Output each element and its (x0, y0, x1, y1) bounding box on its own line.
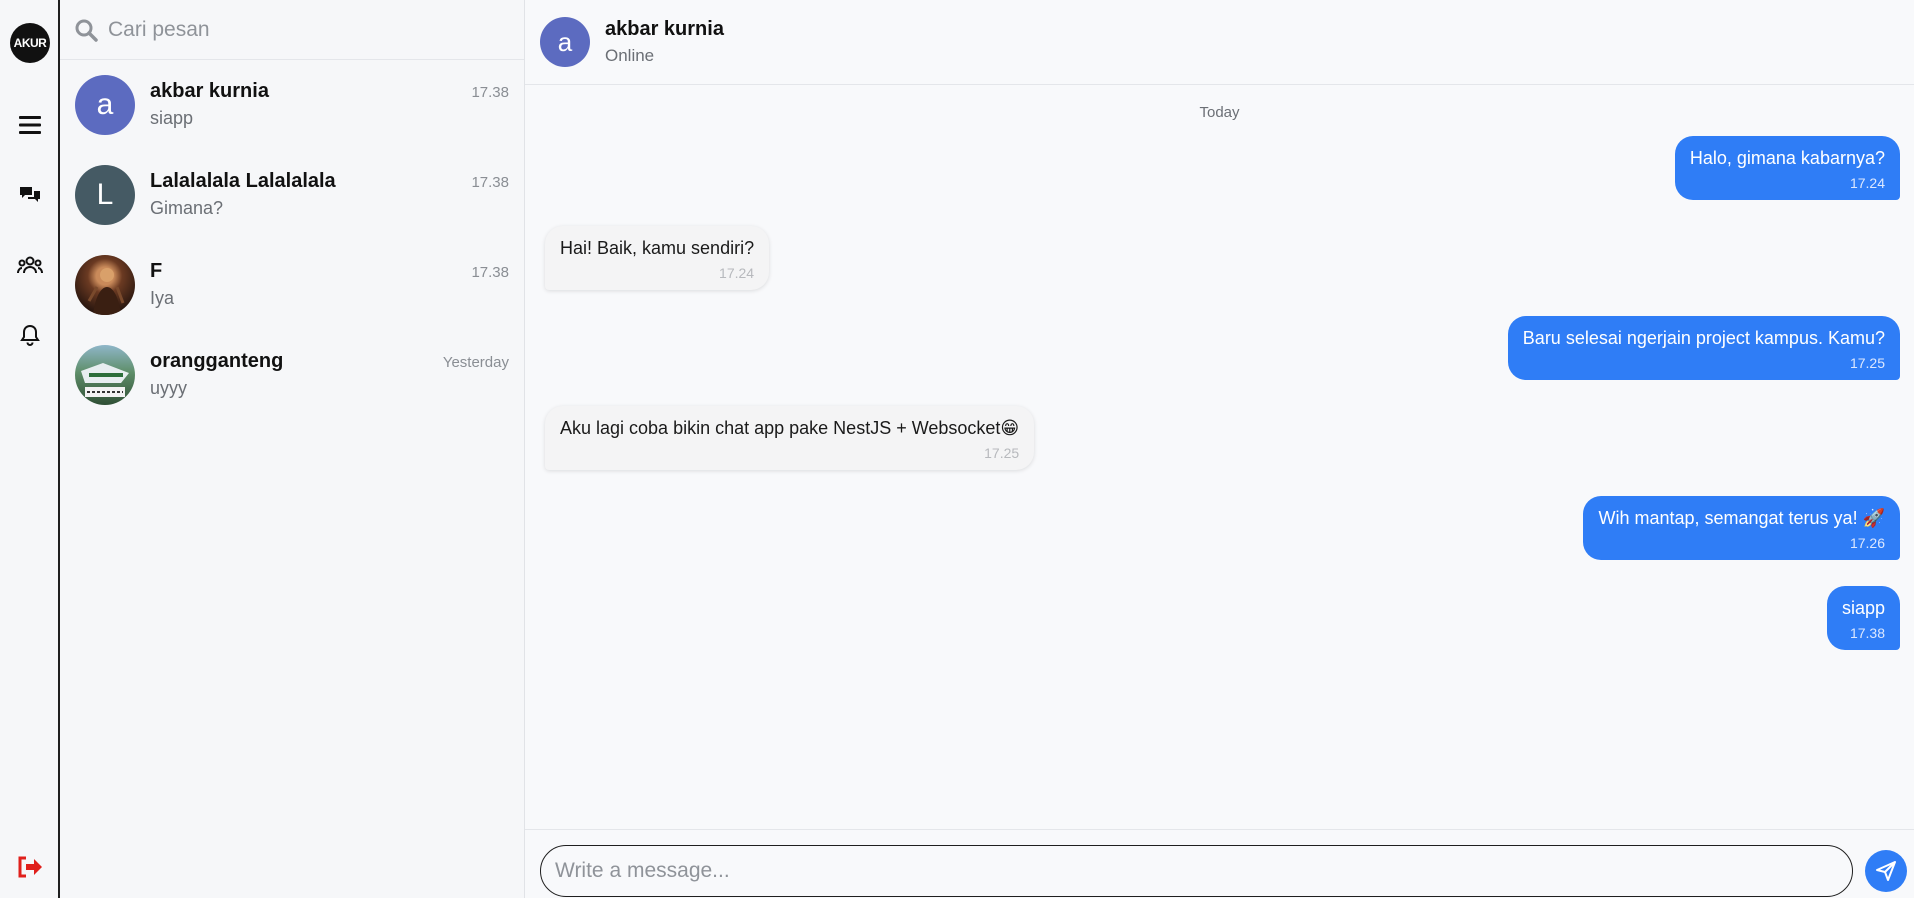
groups-nav-button[interactable] (15, 250, 45, 280)
send-button[interactable] (1865, 850, 1907, 892)
bell-icon (20, 324, 40, 346)
message-text: Aku lagi coba bikin chat app pake NestJS… (560, 418, 1020, 438)
conversation-item[interactable]: L Lalalalala Lalalalala Gimana? 17.38 (60, 150, 524, 240)
message-time: 17.25 (984, 445, 1020, 461)
notifications-nav-button[interactable] (15, 320, 45, 350)
message-outgoing[interactable]: Baru selesai ngerjain project kampus. Ka… (1507, 316, 1900, 380)
contact-avatar[interactable]: a (540, 17, 590, 67)
conversation-time: Yesterday (442, 354, 509, 371)
conversation-item[interactable]: a akbar kurnia siapp 17.38 (60, 60, 524, 150)
conversation-preview: Gimana? (150, 198, 224, 218)
conversation-time: 17.38 (471, 174, 509, 191)
menu-icon (19, 116, 41, 134)
chat-panel: a akbar kurnia Online Today Halo, gimana… (525, 0, 1914, 898)
search-input[interactable] (108, 17, 488, 42)
conversation-name: orangganteng (150, 350, 284, 372)
message-incoming[interactable]: Aku lagi coba bikin chat app pake NestJS… (545, 406, 1035, 470)
app-logo[interactable]: AKUR (10, 23, 50, 63)
message-outgoing[interactable]: siapp 17.38 (1826, 586, 1900, 650)
contact-status: Online (605, 46, 655, 65)
message-input[interactable] (540, 845, 1853, 897)
chat-icon (20, 187, 40, 202)
message-outgoing[interactable]: Halo, gimana kabarnya? 17.24 (1674, 136, 1900, 200)
message-time: 17.24 (1849, 175, 1885, 191)
menu-button[interactable] (15, 110, 45, 140)
conversation-time: 17.38 (471, 264, 509, 281)
message-text: Halo, gimana kabarnya? (1689, 148, 1885, 168)
message-time: 17.25 (1849, 355, 1885, 371)
conversation-name: Lalalalala Lalalalala (150, 170, 336, 192)
conversation-preview: Iya (150, 288, 175, 308)
message-time: 17.26 (1849, 535, 1885, 551)
conversation-item[interactable]: F Iya 17.38 (60, 240, 524, 330)
conversation-name: F (150, 260, 163, 282)
avatar-photo (75, 345, 135, 405)
message-text: Wih mantap, semangat terus ya! 🚀 (1598, 508, 1885, 528)
avatar-photo (75, 255, 135, 315)
chats-nav-button[interactable] (15, 180, 45, 210)
conversation-preview: siapp (150, 108, 194, 128)
group-icon (17, 256, 43, 274)
search-icon (75, 19, 98, 42)
avatar: a (75, 75, 135, 135)
nav-rail: AKUR (0, 0, 60, 898)
send-icon (1876, 861, 1896, 881)
day-separator: Today (1199, 104, 1240, 121)
conversation-list-panel: a akbar kurnia siapp 17.38 L Lalalalala … (60, 0, 525, 898)
chat-header: a akbar kurnia Online (525, 0, 1914, 85)
message-time: 17.38 (1849, 625, 1885, 641)
message-outgoing[interactable]: Wih mantap, semangat terus ya! 🚀 17.26 (1583, 496, 1900, 560)
logout-icon (18, 856, 42, 878)
message-text: siapp (1841, 598, 1885, 618)
contact-name: akbar kurnia (605, 18, 724, 40)
conversation-preview: uyyy (150, 378, 188, 398)
message-incoming[interactable]: Hai! Baik, kamu sendiri? 17.24 (545, 226, 770, 290)
message-text: Baru selesai ngerjain project kampus. Ka… (1522, 328, 1885, 348)
message-composer (525, 829, 1914, 898)
conversation-item[interactable]: orangganteng uyyy Yesterday (60, 330, 524, 420)
message-time: 17.24 (719, 265, 755, 281)
search-bar (60, 0, 524, 60)
logout-button[interactable] (15, 852, 45, 882)
conversation-name: akbar kurnia (150, 80, 269, 102)
conversation-time: 17.38 (471, 84, 509, 101)
avatar: L (75, 165, 135, 225)
message-text: Hai! Baik, kamu sendiri? (560, 238, 755, 258)
